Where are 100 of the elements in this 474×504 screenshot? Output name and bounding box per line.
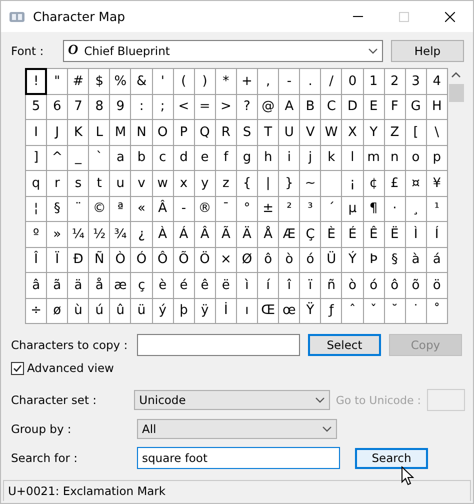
character-cell[interactable]: ^ [47,146,68,170]
character-cell[interactable]: ˘ [384,298,405,323]
character-cell[interactable]: ù [68,298,88,323]
character-cell[interactable]: § [384,248,405,272]
character-cell[interactable]: ñ [321,273,342,298]
character-cell[interactable]: $ [89,69,110,94]
character-cell[interactable]: Å [258,222,278,246]
character-cell[interactable]: ı [236,298,258,323]
character-cell[interactable]: - [174,196,194,221]
character-cell[interactable]: þ [174,298,194,323]
character-cell[interactable]: ¨ [68,196,88,221]
character-set-dropdown[interactable]: Unicode [134,390,330,410]
character-cell[interactable]: I [26,120,46,144]
character-cell[interactable]: { [236,171,258,196]
character-cell[interactable]: i [279,146,300,170]
character-cell[interactable]: u [110,171,130,196]
character-cell[interactable]: ÷ [26,298,46,323]
character-cell[interactable]: G [406,94,426,119]
character-cell[interactable]: ¾ [110,222,130,246]
character-cell[interactable]: b [131,146,152,170]
character-cell[interactable]: é [174,273,194,298]
character-cell[interactable]: Ö [194,248,215,272]
character-cell[interactable]: t [89,171,110,196]
character-cell[interactable]: T [258,120,278,144]
character-cell[interactable]: ± [258,196,278,221]
character-cell[interactable]: V [300,120,320,144]
character-cell[interactable]: ! [26,69,46,94]
character-cell[interactable]: N [131,120,152,144]
character-cell[interactable]: > [216,94,236,119]
character-cell[interactable]: Ñ [89,248,110,272]
scroll-thumb[interactable] [448,84,464,102]
character-cell[interactable]: 4 [426,69,447,94]
character-cell[interactable]: ì [236,273,258,298]
character-cell[interactable]: £ [384,171,405,196]
character-cell[interactable]: ÿ [194,298,215,323]
character-cell[interactable]: Á [174,222,194,246]
character-cell[interactable]: Q [194,120,215,144]
character-cell[interactable]: ¼ [68,222,88,246]
character-cell[interactable]: Ï [47,248,68,272]
character-cell[interactable]: 3 [406,69,426,94]
character-cell[interactable]: } [279,171,300,196]
character-cell[interactable]: ° [236,196,258,221]
character-cell[interactable]: e [194,146,215,170]
character-cell[interactable]: j [300,146,320,170]
character-cell[interactable]: Y [364,120,384,144]
character-cell[interactable]: » [47,222,68,246]
character-cell[interactable]: q [26,171,46,196]
character-cell[interactable]: 8 [89,94,110,119]
character-cell[interactable]: Ç [300,222,320,246]
character-cell[interactable]: . [300,69,320,94]
character-cell[interactable]: ¹ [426,196,447,221]
group-by-dropdown[interactable]: All [137,419,337,439]
advanced-view-checkbox[interactable] [11,362,24,374]
character-cell[interactable]: 1 [364,69,384,94]
character-cell[interactable]: 2 [384,69,405,94]
character-cell[interactable]: g [236,146,258,170]
character-cell[interactable]: Ê [364,222,384,246]
character-cell[interactable]: \ [426,120,447,144]
select-button[interactable]: Select [308,334,381,356]
character-cell[interactable]: â [26,273,46,298]
character-cell[interactable]: B [300,94,320,119]
character-cell[interactable]: 5 [26,94,46,119]
character-cell[interactable]: c [152,146,173,170]
character-cell[interactable]: ª [110,196,130,221]
character-cell[interactable]: ø [47,298,68,323]
character-cell[interactable]: E [364,94,384,119]
character-cell[interactable]: Ø [236,248,258,272]
character-cell[interactable]: , [258,69,278,94]
character-cell[interactable]: % [110,69,130,94]
character-cell[interactable]: a [110,146,130,170]
character-cell[interactable]: [ [406,120,426,144]
character-cell[interactable]: Ð [68,248,88,272]
character-cell[interactable]: ò [342,273,362,298]
character-cell[interactable]: M [110,120,130,144]
character-cell[interactable]: õ [406,273,426,298]
character-cell[interactable]: y [194,171,215,196]
character-cell[interactable]: ã [47,273,68,298]
character-cell[interactable]: ¸ [406,196,426,221]
character-cell[interactable]: ¢ [364,171,384,196]
character-cell[interactable]: µ [342,196,362,221]
character-cell[interactable]: S [236,120,258,144]
character-cell[interactable]: ˇ [364,298,384,323]
character-cell[interactable]: Ë [384,222,405,246]
character-cell[interactable]: ê [194,273,215,298]
character-cell[interactable]: v [131,171,152,196]
character-cell[interactable]: Â [152,196,173,221]
character-cell[interactable]: n [384,146,405,170]
character-cell[interactable]: ä [68,273,88,298]
character-cell[interactable]: ó [300,248,320,272]
close-icon[interactable] [445,12,455,22]
character-cell[interactable]: & [131,69,152,94]
character-cell[interactable]: ' [152,69,173,94]
character-cell[interactable]: : [131,94,152,119]
character-cell[interactable]: ç [131,273,152,298]
character-cell[interactable]: ` [89,146,110,170]
character-cell[interactable]: ö [426,273,447,298]
character-cell[interactable]: ¤ [406,171,426,196]
character-cell[interactable]: D [342,94,362,119]
character-cell[interactable]: ¡ [342,171,362,196]
character-cell[interactable]: ô [384,273,405,298]
